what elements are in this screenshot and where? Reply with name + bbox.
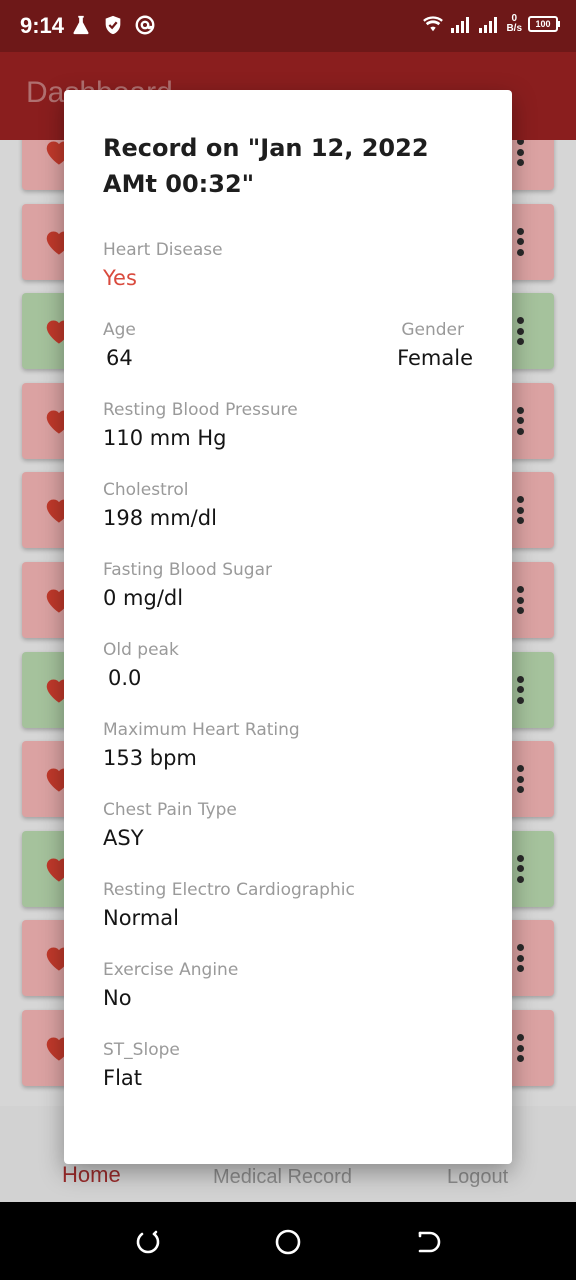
st-slope-label: ST_Slope bbox=[103, 1040, 180, 1060]
status-left-icons bbox=[70, 14, 156, 36]
status-right-icons: 0 B/s 100 bbox=[422, 14, 560, 34]
dialog-title: Record on "Jan 12, 2022 AMt 00:32" bbox=[103, 134, 429, 198]
record-detail-dialog: Record on "Jan 12, 2022 AMt 00:32" Heart… bbox=[64, 90, 512, 1164]
back-icon[interactable] bbox=[414, 1228, 442, 1256]
home-circle-icon[interactable] bbox=[274, 1228, 302, 1256]
flask-icon bbox=[73, 15, 89, 35]
shield-check-icon bbox=[105, 15, 121, 35]
gender-label: Gender bbox=[401, 320, 464, 340]
status-time: 9:14 bbox=[20, 13, 65, 38]
max-heart-rate-label: Maximum Heart Rating bbox=[103, 720, 300, 740]
wifi-icon bbox=[423, 16, 444, 32]
st-slope-value: Flat bbox=[103, 1066, 143, 1090]
resting-bp-value: 110 mm Hg bbox=[103, 426, 227, 450]
signal-icon bbox=[451, 17, 470, 33]
resting-ecg-label: Resting Electro Cardiographic bbox=[103, 880, 355, 900]
heart-disease-value: Yes bbox=[103, 266, 137, 290]
battery-icon: 100 bbox=[528, 16, 560, 32]
old-peak-label: Old peak bbox=[103, 640, 179, 660]
recent-apps-icon[interactable] bbox=[134, 1228, 162, 1256]
old-peak-value: 0.0 bbox=[108, 666, 142, 690]
exercise-angina-value: No bbox=[103, 986, 132, 1010]
net-speed-unit: B/s bbox=[506, 23, 522, 34]
at-sign-icon bbox=[135, 15, 155, 35]
signal-icon bbox=[479, 17, 498, 33]
resting-bp-label: Resting Blood Pressure bbox=[103, 400, 298, 420]
fasting-sugar-value: 0 mg/dl bbox=[103, 586, 184, 610]
resting-ecg-value: Normal bbox=[103, 906, 179, 930]
status-bar: 9:14 0 B/s 100 bbox=[0, 0, 576, 52]
chest-pain-label: Chest Pain Type bbox=[103, 800, 237, 820]
chest-pain-value: ASY bbox=[103, 826, 144, 850]
battery-level: 100 bbox=[535, 19, 551, 29]
age-value: 64 bbox=[106, 346, 133, 370]
fasting-sugar-label: Fasting Blood Sugar bbox=[103, 560, 272, 580]
net-speed: 0 B/s bbox=[506, 14, 522, 34]
cholesterol-label: Cholestrol bbox=[103, 480, 189, 500]
max-heart-rate-value: 153 bpm bbox=[103, 746, 197, 770]
age-label: Age bbox=[103, 320, 136, 340]
heart-disease-label: Heart Disease bbox=[103, 240, 223, 260]
exercise-angina-label: Exercise Angine bbox=[103, 960, 239, 980]
cholesterol-value: 198 mm/dl bbox=[103, 506, 217, 530]
gender-value: Female bbox=[397, 346, 473, 370]
system-nav-bar bbox=[0, 1202, 576, 1280]
